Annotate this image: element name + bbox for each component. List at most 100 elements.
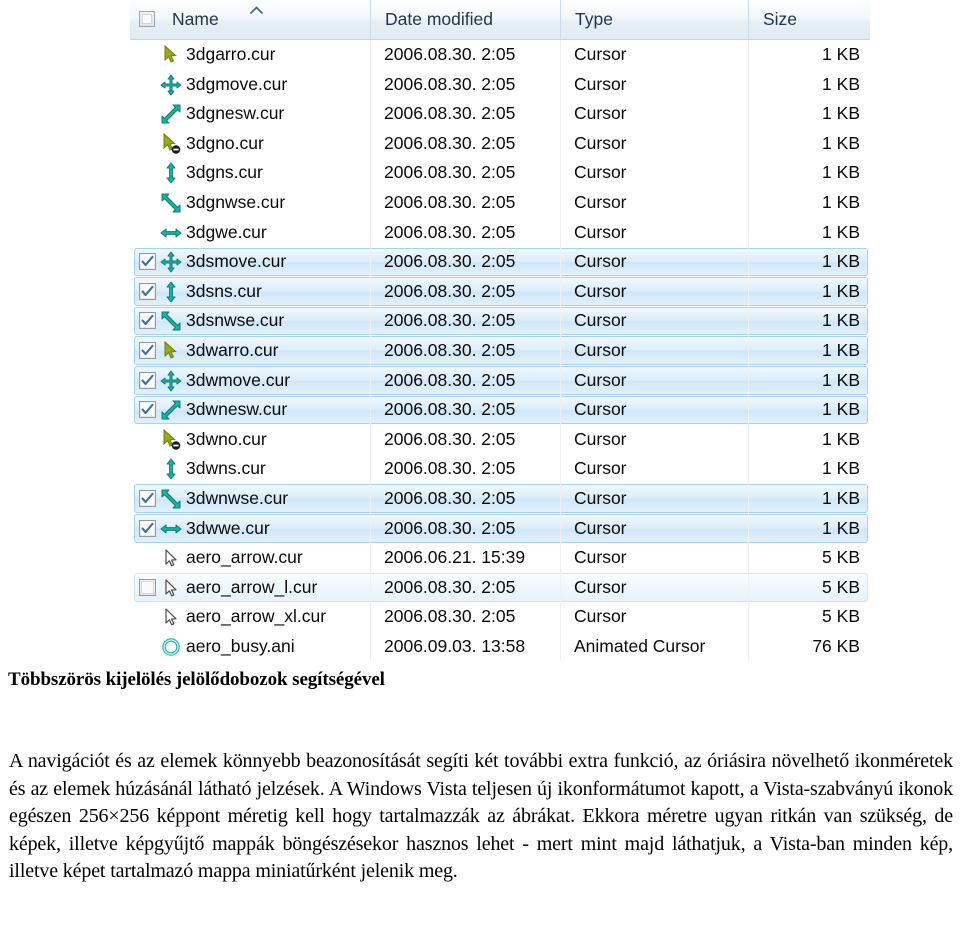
date-modified-cell: 2006.08.30. 2:05	[384, 576, 516, 597]
date-modified-cell: 2006.08.30. 2:05	[384, 487, 516, 508]
file-name-cell: 3dgno.cur	[186, 132, 264, 153]
file-row[interactable]: 3dwnesw.cur 2006.08.30. 2:05 Cursor 1 KB	[130, 395, 870, 425]
file-size-cell: 1 KB	[822, 339, 860, 360]
file-name-cell: 3dgarro.cur	[186, 44, 276, 64]
date-modified-cell: 2006.08.30. 2:05	[384, 428, 516, 449]
file-row[interactable]: 3dwmove.cur 2006.08.30. 2:05 Cursor 1 KB	[130, 365, 870, 396]
file-row[interactable]: 3dgarro.cur 2006.08.30. 2:05 Cursor 1 KB	[130, 40, 870, 70]
file-size-cell: 1 KB	[822, 399, 860, 420]
file-row[interactable]: 3dgno.cur 2006.08.30. 2:05 Cursor 1 KB	[130, 128, 870, 159]
date-modified-cell: 2006.08.30. 2:05	[384, 517, 516, 538]
file-row[interactable]: aero_busy.ani 2006.09.03. 13:58 Animated C…	[130, 631, 870, 662]
file-row[interactable]: 3dwns.cur 2006.08.30. 2:05 Cursor 1 KB	[130, 454, 870, 484]
file-name-cell: 3dgwe.cur	[186, 221, 267, 242]
select-all-checkbox[interactable]	[139, 11, 155, 27]
file-size-cell: 1 KB	[822, 73, 860, 94]
column-header-name[interactable]: Name	[130, 0, 370, 39]
file-row[interactable]: 3dgnesw.cur 2006.08.30. 2:05 Cursor 1 KB	[130, 99, 870, 129]
file-name-cell: aero_arrow_xl.cur	[186, 606, 327, 627]
file-name-cell: 3dsns.cur	[186, 280, 262, 301]
column-header-type[interactable]: Type	[560, 0, 748, 39]
file-row[interactable]: 3dsnwse.cur 2006.08.30. 2:05 Cursor 1 KB	[130, 306, 870, 336]
file-type-cell: Cursor	[574, 132, 627, 153]
file-type-cell: Cursor	[574, 606, 627, 627]
file-size-cell: 1 KB	[822, 458, 860, 479]
file-list-view[interactable]: Name Date modified Type Size 3dgarro.cur…	[130, 0, 870, 662]
file-type-cell: Cursor	[574, 73, 627, 94]
file-size-cell: 76 KB	[812, 635, 860, 656]
file-name-cell: aero_busy.ani	[186, 635, 295, 656]
date-modified-cell: 2006.06.21. 15:39	[384, 547, 526, 568]
date-modified-cell: 2006.08.30. 2:05	[384, 606, 516, 627]
file-type-cell: Cursor	[574, 517, 627, 538]
file-rows-container[interactable]: 3dgarro.cur 2006.08.30. 2:05 Cursor 1 KB 3dg…	[130, 40, 870, 662]
file-size-cell: 1 KB	[822, 221, 860, 242]
file-name-cell: 3dsnwse.cur	[186, 310, 285, 331]
file-row[interactable]: aero_arrow.cur 2006.06.21. 15:39 Cursor 5 K…	[130, 543, 870, 573]
file-name-cell: 3dwmove.cur	[186, 369, 291, 390]
file-type-cell: Cursor	[574, 576, 627, 597]
file-type-cell: Cursor	[574, 458, 627, 479]
file-row[interactable]: 3dwwe.cur 2006.08.30. 2:05 Cursor 1 KB	[130, 513, 870, 544]
date-modified-cell: 2006.08.30. 2:05	[384, 251, 516, 272]
file-row[interactable]: 3dwnwse.cur 2006.08.30. 2:05 Cursor 1 KB	[130, 483, 870, 514]
date-modified-cell: 2006.08.30. 2:05	[384, 162, 516, 183]
file-type-cell: Cursor	[574, 487, 627, 508]
file-size-cell: 1 KB	[822, 132, 860, 153]
date-modified-cell: 2006.08.30. 2:05	[384, 280, 516, 301]
file-type-cell: Cursor	[574, 162, 627, 183]
file-name-cell: 3dgns.cur	[186, 162, 263, 183]
date-modified-cell: 2006.08.30. 2:05	[384, 458, 516, 479]
file-type-cell: Animated Cursor	[574, 635, 706, 656]
file-row[interactable]: 3dsmove.cur 2006.08.30. 2:05 Cursor 1 KB	[130, 247, 870, 277]
file-type-cell: Cursor	[574, 399, 627, 420]
file-name-cell: 3dwarro.cur	[186, 339, 279, 360]
file-size-cell: 5 KB	[822, 606, 860, 627]
file-row[interactable]: 3dsns.cur 2006.08.30. 2:05 Cursor 1 KB	[130, 276, 870, 307]
file-size-cell: 1 KB	[822, 369, 860, 390]
figure-caption: Többszörös kijelölés jelölődobozok segít…	[8, 669, 385, 690]
column-header-name-label: Name	[172, 9, 219, 29]
file-row[interactable]: 3dwarro.cur 2006.08.30. 2:05 Cursor 1 KB	[130, 335, 870, 366]
file-size-cell: 1 KB	[822, 517, 860, 538]
date-modified-cell: 2006.08.30. 2:05	[384, 103, 516, 124]
file-size-cell: 1 KB	[822, 487, 860, 508]
column-header-row: Name Date modified Type Size	[130, 0, 870, 40]
date-modified-cell: 2006.08.30. 2:05	[384, 310, 516, 331]
file-type-cell: Cursor	[574, 103, 627, 124]
file-name-cell: 3dwns.cur	[186, 458, 266, 479]
date-modified-cell: 2006.08.30. 2:05	[384, 369, 516, 390]
file-size-cell: 1 KB	[822, 191, 860, 212]
column-header-size[interactable]: Size	[748, 0, 870, 39]
date-modified-cell: 2006.08.30. 2:05	[384, 191, 516, 212]
file-name-cell: aero_arrow.cur	[186, 547, 303, 568]
body-paragraph: A navigációt és az elemek könnyebb beazo…	[9, 750, 953, 883]
file-name-cell: 3dgnesw.cur	[186, 103, 285, 124]
column-header-date-modified-label: Date modified	[385, 9, 493, 29]
file-name-cell: 3dwnwse.cur	[186, 487, 289, 508]
column-header-date-modified[interactable]: Date modified	[370, 0, 560, 39]
file-row[interactable]: 3dgns.cur 2006.08.30. 2:05 Cursor 1 KB	[130, 158, 870, 188]
column-header-type-label: Type	[575, 9, 613, 29]
file-name-cell: 3dgnwse.cur	[186, 191, 286, 212]
file-type-cell: Cursor	[574, 547, 627, 568]
date-modified-cell: 2006.08.30. 2:05	[384, 399, 516, 420]
file-size-cell: 1 KB	[822, 428, 860, 449]
date-modified-cell: 2006.08.30. 2:05	[384, 339, 516, 360]
file-name-cell: 3dsmove.cur	[186, 251, 287, 272]
file-type-cell: Cursor	[574, 369, 627, 390]
file-size-cell: 1 KB	[822, 103, 860, 124]
date-modified-cell: 2006.08.30. 2:05	[384, 132, 516, 153]
file-row[interactable]: 3dgwe.cur 2006.08.30. 2:05 Cursor 1 KB	[130, 217, 870, 248]
file-name-cell: 3dwwe.cur	[186, 517, 270, 538]
file-size-cell: 5 KB	[822, 547, 860, 568]
file-row[interactable]: aero_arrow_l.cur 2006.08.30. 2:05 Cursor 5 …	[130, 572, 870, 603]
file-size-cell: 1 KB	[822, 44, 860, 64]
file-type-cell: Cursor	[574, 251, 627, 272]
file-row[interactable]: 3dwno.cur 2006.08.30. 2:05 Cursor 1 KB	[130, 424, 870, 455]
file-type-cell: Cursor	[574, 191, 627, 212]
column-header-size-label: Size	[763, 9, 798, 29]
file-row[interactable]: aero_arrow_xl.cur 2006.08.30. 2:05 Cursor 5…	[130, 602, 870, 632]
file-row[interactable]: 3dgnwse.cur 2006.08.30. 2:05 Cursor 1 KB	[130, 187, 870, 218]
file-row[interactable]: 3dgmove.cur 2006.08.30. 2:05 Cursor 1 KB	[130, 69, 870, 100]
